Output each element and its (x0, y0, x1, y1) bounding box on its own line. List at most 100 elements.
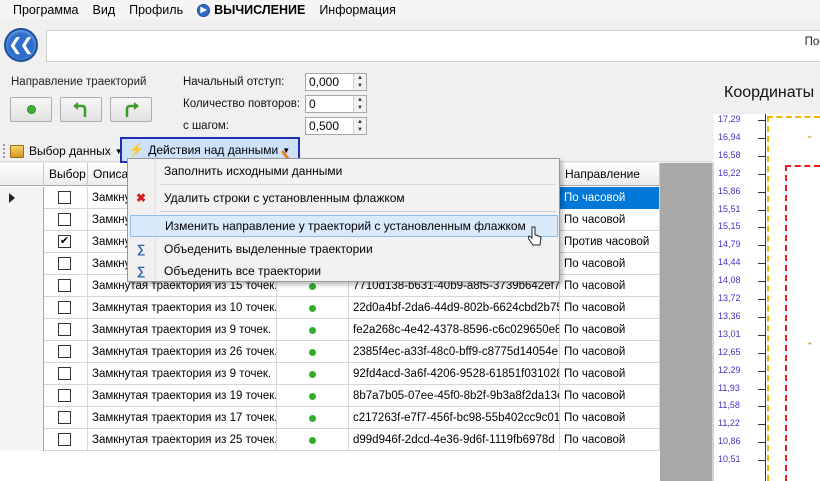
merge-all-icon: ∑ (136, 264, 146, 278)
menu-bar: Программа Вид Профиль ▶ ВЫЧИСЛЕНИЕ Инфор… (0, 0, 820, 20)
step-input[interactable]: 0,500 ▲ ▼ (305, 117, 367, 135)
row-header[interactable] (0, 275, 44, 297)
y-tick-label: 16,94 (718, 131, 741, 142)
y-tick-label: 16,58 (718, 149, 741, 160)
table-row[interactable]: Замкнутая траектория из 9 точек. fe2a268c… (0, 319, 660, 341)
y-tick-label: 15,51 (718, 203, 741, 214)
y-tick-mark (758, 245, 766, 247)
menu-item-delete-checked[interactable]: ✖ Удалить строки с установленным флажком (130, 187, 558, 209)
delete-rows-icon: ✖ (135, 191, 147, 205)
menu-item-merge-all[interactable]: ∑ Объеденить все траектории (130, 260, 558, 282)
select-cell (44, 429, 88, 451)
y-tick-label: 14,44 (718, 257, 741, 268)
y-tick-label: 14,79 (718, 239, 741, 250)
table-row[interactable]: Замкнутая траектория из 26 точек. 2385f4e… (0, 341, 660, 363)
direction-ccw-button[interactable] (60, 97, 102, 122)
status-dot-icon (309, 393, 316, 400)
row-header[interactable] (0, 297, 44, 319)
status-dot-icon (309, 349, 316, 356)
y-tick-label: 11,93 (718, 382, 740, 393)
row-checkbox[interactable] (58, 257, 71, 270)
row-checkbox[interactable] (58, 191, 71, 204)
row-checkbox[interactable] (58, 411, 71, 424)
row-checkbox[interactable] (58, 367, 71, 380)
menu-calculation[interactable]: ▶ ВЫЧИСЛЕНИЕ (190, 0, 312, 20)
y-tick-mark (758, 299, 766, 300)
y-tick-mark (758, 460, 766, 462)
row-checkbox[interactable] (58, 345, 71, 358)
row-header[interactable] (0, 363, 44, 385)
direction-cell: По часовой (560, 385, 660, 407)
repeat-count-label: Количество повторов: (183, 98, 301, 110)
data-actions-label: Действия над данными (148, 143, 279, 157)
y-tick-mark (758, 370, 766, 372)
row-header[interactable] (0, 341, 44, 363)
y-tick-mark (758, 334, 766, 336)
start-offset-input[interactable]: 0,000 ▲ ▼ (305, 73, 367, 91)
menu-program[interactable]: Программа (6, 0, 86, 20)
repeat-count-input[interactable]: 0 ▲ ▼ (305, 95, 367, 113)
direction-cell: По часовой (560, 429, 660, 451)
direction-cell: По часовой (560, 319, 660, 341)
grid-empty-area (660, 163, 712, 481)
row-checkbox[interactable] (58, 301, 71, 314)
row-checkbox[interactable] (58, 213, 71, 226)
row-header[interactable] (0, 253, 44, 275)
table-row[interactable]: Замкнутая траектория из 19 точек. 8b7a7b0… (0, 385, 660, 407)
row-checkbox[interactable]: ✔ (58, 235, 71, 248)
row-header[interactable] (0, 231, 44, 253)
select-cell (44, 341, 88, 363)
direction-cell: По часовой (560, 253, 660, 275)
row-checkbox[interactable] (58, 433, 71, 446)
menu-item-label: Изменить направление у траекторий с уста… (165, 219, 526, 233)
column-header-select[interactable]: Выбор (44, 163, 88, 186)
menu-item-label: Объеденить выделенные траектории (164, 242, 373, 256)
status-dot-icon (309, 305, 316, 312)
toolbar-grip[interactable] (3, 144, 6, 158)
menu-item-fill-source[interactable]: Заполнить исходными данными (130, 160, 558, 182)
description-cell: Замкнутая траектория из 9 точек. (88, 319, 277, 341)
menu-info[interactable]: Информация (312, 0, 403, 20)
guid-cell: 8b7a7b05-07ee-45f0-8b2f-9b3a8f2da13e (349, 385, 560, 407)
select-cell (44, 407, 88, 429)
row-header[interactable] (0, 429, 44, 451)
table-row[interactable]: Замкнутая траектория из 9 точек. 92fd4acd… (0, 363, 660, 385)
spin-arrows-icon[interactable]: ▲ ▼ (353, 74, 366, 90)
description-cell: Замкнутая траектория из 9 точек. (88, 363, 277, 385)
direction-none-button[interactable] (10, 97, 52, 122)
lightning-icon: ⚡ (128, 142, 145, 157)
menu-item-label: Удалить строки с установленным флажком (164, 191, 405, 205)
spin-arrows-icon[interactable]: ▲ ▼ (353, 96, 366, 112)
row-header[interactable] (0, 319, 44, 341)
table-row[interactable]: Замкнутая траектория из 17 точек. c217263… (0, 407, 660, 429)
guid-cell: d99d946f-2dcd-4e36-9d6f-1119fb6978d (349, 429, 560, 451)
row-header[interactable] (0, 187, 44, 209)
menu-item-merge-selected[interactable]: ∑ Объеденить выделенные траектории (130, 238, 558, 260)
y-tick-label: 12,29 (718, 364, 741, 375)
spin-arrows-icon[interactable]: ▲ ▼ (353, 118, 366, 134)
row-header[interactable] (0, 209, 44, 231)
row-checkbox[interactable] (58, 389, 71, 402)
step-label: с шагом: (183, 120, 230, 132)
row-checkbox[interactable] (58, 279, 71, 292)
select-cell: ✔ (44, 231, 88, 253)
menu-item-change-direction[interactable]: Изменить направление у траекторий с уста… (130, 215, 558, 237)
back-button[interactable]: ❮❮ (4, 28, 38, 62)
select-data-dropdown[interactable]: Выбор данных ▼ (10, 142, 123, 160)
y-tick-label: 17,29 (718, 114, 741, 124)
row-checkbox[interactable] (58, 323, 71, 336)
menu-calculation-label: ВЫЧИСЛЕНИЕ (214, 3, 306, 17)
column-header-direction[interactable]: Направление (560, 163, 660, 186)
direction-cw-button[interactable] (110, 97, 152, 122)
description-cell: Замкнутая траектория из 17 точек. (88, 407, 277, 429)
row-header[interactable] (0, 385, 44, 407)
guid-cell: 22d0a4bf-2da6-44d9-802b-6624cbd2b756 (349, 297, 560, 319)
menu-view[interactable]: Вид (86, 0, 123, 20)
table-select-icon (10, 144, 24, 158)
y-tick-mark (758, 155, 766, 157)
row-header[interactable] (0, 407, 44, 429)
table-row[interactable]: Замкнутая траектория из 10 точек. 22d0a4b… (0, 297, 660, 319)
table-row[interactable]: Замкнутая траектория из 25 точек. d99d946… (0, 429, 660, 451)
menu-profile[interactable]: Профиль (122, 0, 190, 20)
status-dot-icon (309, 371, 316, 378)
